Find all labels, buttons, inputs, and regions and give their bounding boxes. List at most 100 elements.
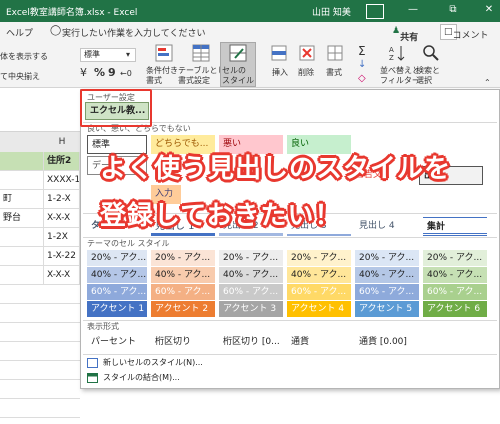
accent-style-cell[interactable]: 40% - アク... [87, 267, 147, 283]
merge-style-label: スタイルの結合(M)... [103, 373, 180, 382]
accent-style-cell[interactable]: アクセント 1 [87, 301, 147, 317]
style-comma-0[interactable]: 桁区切り [0... [219, 333, 283, 352]
delete-label[interactable]: 削除 [298, 68, 314, 78]
window-title: Excel教室講師名簿.xlsx - Excel [6, 8, 138, 18]
table-cell[interactable]: XXXX-1 [44, 171, 80, 190]
accent-style-cell[interactable]: 60% - アク... [219, 284, 283, 300]
table-cell[interactable]: 町 [0, 190, 44, 209]
table-cell[interactable] [0, 247, 44, 266]
find-select-icon[interactable] [422, 44, 440, 62]
decimal-icon[interactable]: ←0 [120, 69, 132, 79]
accent-style-cell[interactable]: アクセント 2 [151, 301, 215, 317]
sort-filter-icon[interactable]: AZ [388, 44, 406, 62]
accent-style-cell[interactable]: 20% - アク... [355, 250, 419, 266]
format-as-table-icon[interactable] [192, 44, 210, 62]
column-header-h[interactable]: H [44, 132, 81, 153]
format-cells-icon[interactable] [326, 44, 344, 62]
svg-text:Z: Z [389, 54, 394, 62]
accent-style-cell[interactable]: アクセント 3 [219, 301, 283, 317]
conditional-format-icon[interactable] [155, 44, 173, 62]
user-name[interactable]: 山田 知美 [312, 5, 351, 18]
accent-style-cell[interactable]: 60% - アク... [151, 284, 215, 300]
style-currency[interactable]: 通貨 [287, 333, 351, 352]
clear-icon[interactable]: ◇ [358, 74, 366, 84]
accent-style-cell[interactable]: 40% - アク... [151, 267, 215, 283]
delete-cells-icon[interactable] [298, 44, 316, 62]
accent-style-cell[interactable]: 20% - アク... [219, 250, 283, 266]
collapse-ribbon-icon[interactable]: ⌃ [484, 78, 491, 88]
fill-icon[interactable]: ↓ [358, 60, 366, 70]
table-cell[interactable]: X-X-X [44, 209, 80, 228]
restore-icon[interactable]: ⧉ [446, 3, 460, 17]
accent-style-cell[interactable]: 20% - アク... [287, 250, 351, 266]
ribbon-display-options-icon[interactable] [366, 4, 384, 19]
style-heading-4[interactable]: 見出し 4 [355, 217, 419, 236]
merge-style-icon [87, 372, 98, 383]
cell-styles-gallery: ユーザー設定 エクセル教... 良い、悪い、どちらでもない 標準 どちらでも..… [80, 89, 500, 389]
new-style-label: 新しいセルのスタイル(N)... [103, 358, 203, 367]
accent-style-cell[interactable]: 20% - アク... [87, 250, 147, 266]
tab-help[interactable]: ヘルプ [6, 26, 33, 39]
header-cell-g[interactable] [0, 152, 44, 171]
insert-cells-icon[interactable] [270, 44, 288, 62]
percent-button[interactable]: % [94, 67, 105, 78]
empty-grid[interactable] [0, 285, 80, 424]
accent-style-cell[interactable]: アクセント 6 [423, 301, 487, 317]
close-icon[interactable]: ✕ [482, 3, 496, 17]
section-number-format: 表示形式 [87, 322, 119, 331]
comment-button[interactable]: □ コメント [440, 24, 489, 41]
sort-filter-label[interactable]: 並べ替えと フィルター [380, 66, 420, 86]
table-cell[interactable] [0, 266, 44, 285]
merge-center-button[interactable]: て中央揃え [0, 72, 40, 82]
accent-style-cell[interactable]: 20% - アク... [423, 250, 487, 266]
currency-icon[interactable]: ¥ [80, 67, 87, 78]
accent-style-cell[interactable]: アクセント 5 [355, 301, 419, 317]
style-currency-000[interactable]: 通貨 [0.00] [355, 333, 425, 352]
accent-style-cell[interactable]: 60% - アク... [287, 284, 351, 300]
merge-styles-menu-item[interactable]: スタイルの結合(M)... [87, 372, 180, 383]
ribbon-tab-bar: ヘルプ ◯ 実行したい作業を入力してください ♟ 共有 □ コメント [0, 22, 500, 43]
lightbulb-icon: ◯ [50, 25, 62, 36]
accent-style-cell[interactable]: 60% - アク... [355, 284, 419, 300]
accent-style-cell[interactable]: 40% - アク... [287, 267, 351, 283]
highlight-user-style [80, 89, 152, 127]
table-cell[interactable]: 1-2X [44, 228, 80, 247]
new-cell-style-menu-item[interactable]: 新しいセルのスタイル(N)... [87, 357, 203, 368]
accent-style-cell[interactable]: 60% - アク... [423, 284, 487, 300]
minimize-icon[interactable]: — [406, 3, 420, 17]
cell-styles-icon[interactable] [229, 44, 247, 62]
accent-style-cell[interactable]: 40% - アク... [423, 267, 487, 283]
accent-style-cell[interactable]: 20% - アク... [151, 250, 215, 266]
find-select-label[interactable]: 検索と 選択 [416, 66, 440, 86]
share-button[interactable]: ♟ 共有 [392, 26, 418, 43]
chevron-down-icon[interactable]: ▾ [126, 50, 130, 60]
conditional-format-label[interactable]: 条件付き 書式 [146, 66, 178, 86]
section-theme-cell-styles: テーマのセル スタイル [87, 239, 170, 248]
autosum-icon[interactable]: Σ [358, 45, 366, 57]
comma-button[interactable]: 9 [108, 67, 116, 78]
style-comma[interactable]: 桁区切り [151, 333, 215, 352]
cell-styles-label[interactable]: セルの スタイル [222, 66, 254, 86]
column-header-g[interactable] [0, 132, 45, 153]
ribbon: 体を表示する て中央揃え 標準 ▾ ¥ % 9 ←0 条件付き 書式 テーブルとし… [0, 42, 500, 88]
wrap-text-button[interactable]: 体を表示する [0, 52, 48, 62]
accent-style-cell[interactable]: アクセント 4 [287, 301, 351, 317]
table-cell[interactable] [0, 171, 44, 190]
style-total[interactable]: 集計 [423, 217, 487, 236]
callout-line-2: 登録しておきたい！ [100, 201, 342, 231]
table-cell[interactable]: 1-2-X [44, 190, 80, 209]
tell-me-input[interactable]: 実行したい作業を入力してください [62, 26, 205, 39]
svg-text:A: A [389, 46, 394, 54]
header-cell-address2[interactable]: 住所2 [44, 152, 80, 171]
accent-style-cell[interactable]: 60% - アク... [87, 284, 147, 300]
title-bar: Excel教室講師名簿.xlsx - Excel 山田 知美 — ⧉ ✕ [0, 0, 500, 22]
table-cell[interactable]: 1-X-22 [44, 247, 80, 266]
accent-style-cell[interactable]: 40% - アク... [219, 267, 283, 283]
insert-label[interactable]: 挿入 [272, 68, 288, 78]
accent-style-cell[interactable]: 40% - アク... [355, 267, 419, 283]
table-cell[interactable]: 野台 [0, 209, 44, 228]
style-percent[interactable]: パーセント [87, 333, 147, 352]
format-label[interactable]: 書式 [326, 68, 342, 78]
table-cell[interactable] [0, 228, 44, 247]
table-cell[interactable]: X-X-X [44, 266, 80, 285]
